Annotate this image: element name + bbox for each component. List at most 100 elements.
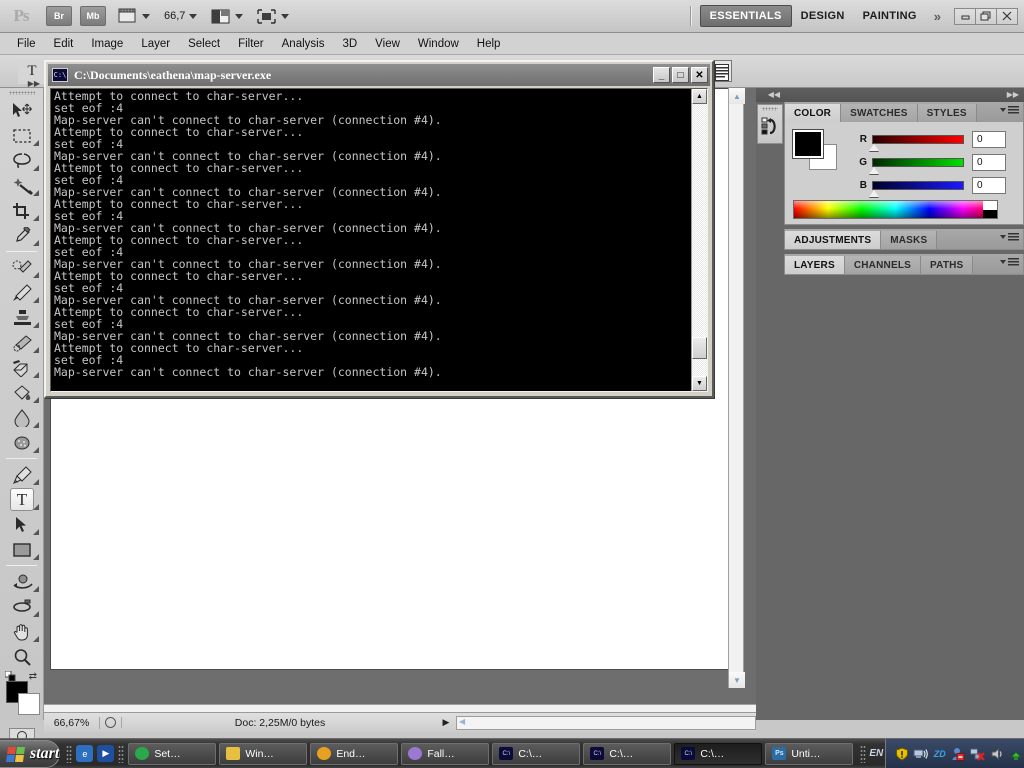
- tool-zoom[interactable]: [0, 644, 44, 669]
- status-preview-icon[interactable]: [100, 717, 122, 728]
- task-button-console-2[interactable]: C:\ C:\…: [583, 743, 671, 765]
- collapsed-panel-history[interactable]: [757, 104, 783, 144]
- task-button-console-3-active[interactable]: C:\ C:\…: [674, 743, 762, 765]
- console-close-button[interactable]: ✕: [691, 67, 708, 83]
- expand-dock-icon[interactable]: ◀◀: [768, 90, 780, 99]
- console-maximize-button[interactable]: □: [672, 67, 689, 83]
- tool-path-selection[interactable]: [0, 512, 44, 537]
- menu-help[interactable]: Help: [468, 36, 510, 52]
- status-scroll-area[interactable]: [456, 716, 756, 730]
- tools-panel-grip[interactable]: ▶▶: [0, 88, 43, 98]
- screen-mode-button[interactable]: [257, 9, 289, 24]
- tool-rectangular-marquee[interactable]: [0, 123, 44, 148]
- tab-layers[interactable]: LAYERS: [785, 256, 845, 274]
- layers-panel-menu-button[interactable]: [1000, 258, 1019, 266]
- menu-window[interactable]: Window: [409, 36, 468, 52]
- menu-analysis[interactable]: Analysis: [273, 36, 334, 52]
- tool-paint-bucket[interactable]: [0, 380, 44, 405]
- tool-spot-healing-brush[interactable]: [0, 255, 44, 280]
- console-scroll-up-icon[interactable]: ▲: [692, 89, 707, 104]
- red-value-field[interactable]: 0: [972, 131, 1006, 148]
- console-minimize-button[interactable]: _: [653, 67, 670, 83]
- workspace-painting[interactable]: PAINTING: [854, 6, 926, 26]
- menu-3d[interactable]: 3D: [333, 36, 366, 52]
- tool-rectangle-shape[interactable]: [0, 537, 44, 562]
- appbar-zoom-level[interactable]: 66,7: [164, 10, 185, 22]
- start-button[interactable]: start: [0, 740, 60, 768]
- scroll-down-icon[interactable]: ▼: [729, 672, 745, 688]
- launch-bridge-button[interactable]: Br: [46, 6, 72, 26]
- tab-swatches[interactable]: SWATCHES: [841, 104, 918, 122]
- scroll-up-icon[interactable]: ▲: [729, 88, 745, 104]
- console-vertical-scrollbar[interactable]: ▲ ▼: [691, 89, 707, 391]
- tab-adjustments[interactable]: ADJUSTMENTS: [785, 231, 881, 249]
- tool-move[interactable]: [0, 98, 44, 123]
- tool-dodge[interactable]: [0, 430, 44, 455]
- collapsed-panel-grip[interactable]: [758, 105, 782, 113]
- zoom-chevron-icon[interactable]: [189, 14, 197, 19]
- tab-color[interactable]: COLOR: [785, 104, 841, 122]
- menu-image[interactable]: Image: [82, 36, 132, 52]
- task-button-windows-explorer[interactable]: Win…: [219, 743, 307, 765]
- restore-window-button[interactable]: [975, 8, 997, 25]
- blue-slider-thumb[interactable]: [869, 190, 879, 197]
- launch-mini-bridge-button[interactable]: Mb: [80, 6, 106, 26]
- tool-lasso[interactable]: [0, 148, 44, 173]
- green-value-field[interactable]: 0: [972, 154, 1006, 171]
- volume-icon[interactable]: [989, 746, 1004, 761]
- dock-header[interactable]: ▶▶: [784, 88, 1024, 102]
- tool-hand[interactable]: [0, 619, 44, 644]
- tab-channels[interactable]: CHANNELS: [845, 256, 921, 274]
- tool-type[interactable]: T: [0, 487, 44, 512]
- collapse-tools-icon[interactable]: ▶▶: [28, 79, 40, 88]
- color-foreground-swatch[interactable]: [793, 130, 823, 158]
- tool-crop[interactable]: [0, 198, 44, 223]
- tool-eraser[interactable]: [0, 355, 44, 380]
- usb-device-icon[interactable]: [1008, 746, 1023, 761]
- more-workspaces-icon[interactable]: »: [934, 9, 941, 24]
- console-output-area[interactable]: Attempt to connect to char-server... set…: [50, 88, 708, 392]
- menu-view[interactable]: View: [366, 36, 409, 52]
- view-extras-button[interactable]: [118, 8, 150, 24]
- quick-launch-grip[interactable]: [66, 745, 72, 763]
- status-zoom-field[interactable]: 66,67%: [44, 717, 100, 729]
- tab-paths[interactable]: PATHS: [921, 256, 973, 274]
- tool-eyedropper[interactable]: [0, 223, 44, 248]
- background-color-swatch[interactable]: [18, 693, 40, 715]
- task-button-settings[interactable]: Set…: [128, 743, 216, 765]
- blue-value-field[interactable]: 0: [972, 177, 1006, 194]
- user-blocked-icon[interactable]: [951, 746, 966, 761]
- quicklaunch-media-player-icon[interactable]: ▶: [97, 745, 114, 762]
- tool-brush[interactable]: [0, 280, 44, 305]
- collapse-dock-icon[interactable]: ▶▶: [1007, 90, 1019, 99]
- task-area-grip[interactable]: [118, 745, 124, 763]
- network-error-icon[interactable]: [970, 746, 985, 761]
- menu-file[interactable]: File: [8, 36, 45, 52]
- workspace-essentials[interactable]: ESSENTIALS: [700, 5, 792, 27]
- status-menu-arrow-icon[interactable]: ▶: [438, 717, 454, 728]
- color-spectrum-ramp[interactable]: [793, 200, 998, 219]
- quicklaunch-ie-icon[interactable]: e: [76, 745, 93, 762]
- adjustments-panel-menu-button[interactable]: [1000, 233, 1019, 241]
- workspace-design[interactable]: DESIGN: [792, 6, 854, 26]
- console-scroll-thumb[interactable]: [692, 337, 707, 359]
- history-panel-icon[interactable]: [758, 113, 782, 139]
- red-slider-track[interactable]: [872, 135, 964, 144]
- document-vertical-scrollbar[interactable]: ▲ ▼: [728, 88, 744, 688]
- tray-grip[interactable]: [860, 745, 866, 763]
- security-shield-icon[interactable]: [894, 746, 909, 761]
- network-icon[interactable]: [913, 746, 928, 761]
- tab-styles[interactable]: STYLES: [918, 104, 977, 122]
- green-slider-thumb[interactable]: [869, 167, 879, 174]
- zd-icon[interactable]: ZD: [932, 746, 947, 761]
- blue-slider-track[interactable]: [872, 181, 964, 190]
- console-scroll-down-icon[interactable]: ▼: [692, 376, 707, 391]
- tool-3d-orbit[interactable]: [0, 594, 44, 619]
- console-window[interactable]: C:\ C:\Documents\eathena\map-server.exe …: [44, 60, 714, 398]
- menu-layer[interactable]: Layer: [132, 36, 179, 52]
- tab-masks[interactable]: MASKS: [881, 231, 937, 249]
- color-panel-menu-button[interactable]: [1000, 106, 1019, 114]
- color-ramp-white-black[interactable]: [983, 201, 997, 218]
- console-title-bar[interactable]: C:\ C:\Documents\eathena\map-server.exe …: [48, 64, 710, 86]
- minimize-window-button[interactable]: [954, 8, 976, 25]
